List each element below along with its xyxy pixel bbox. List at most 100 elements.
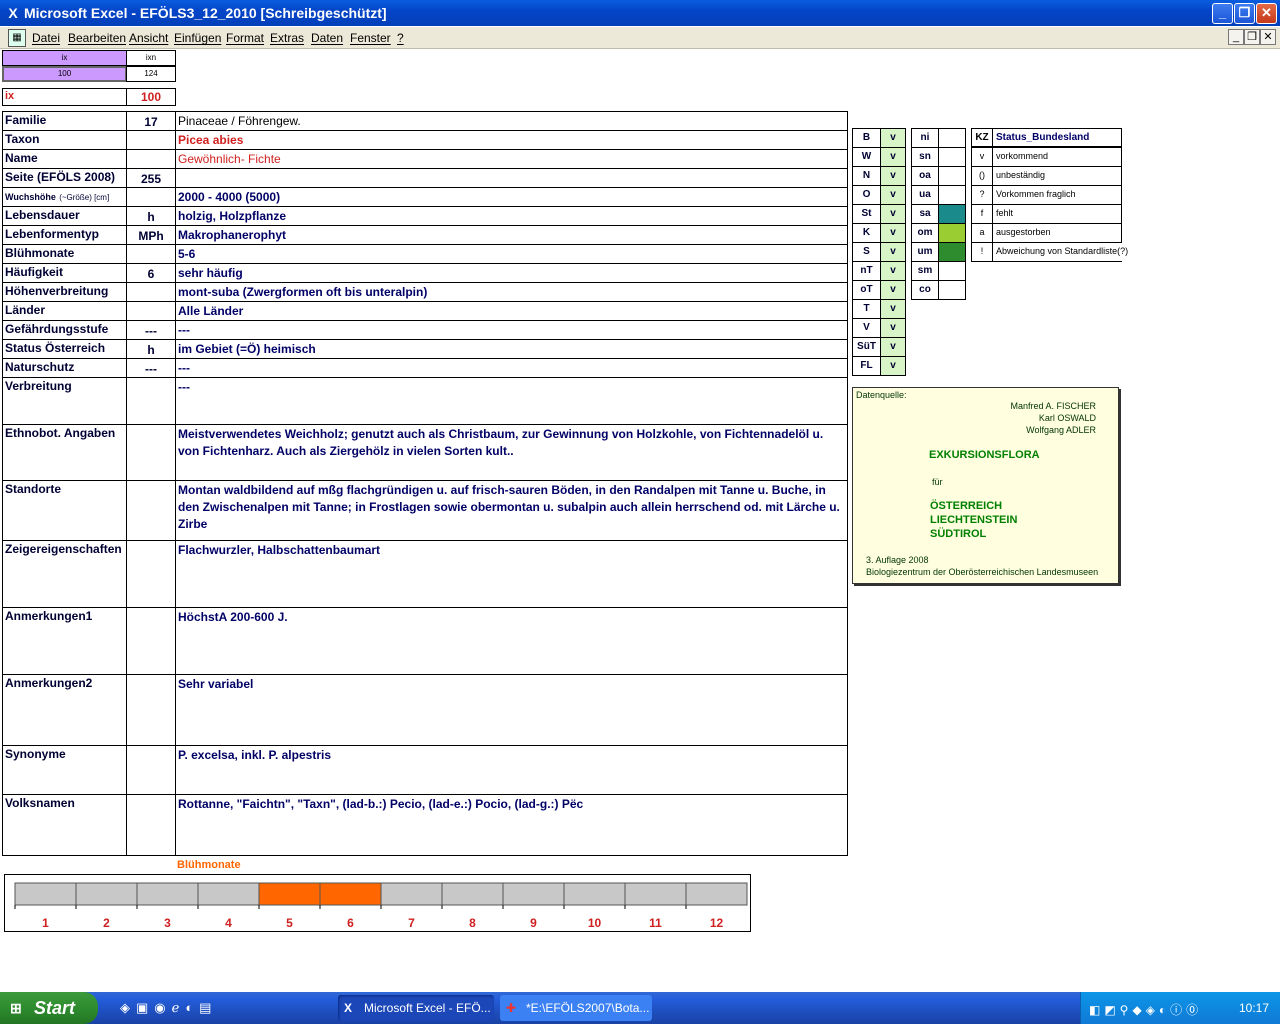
region-code[interactable]: K xyxy=(852,223,881,243)
row-label[interactable]: Ethnobot. Angaben xyxy=(2,424,127,481)
row-code[interactable]: 6 xyxy=(126,263,176,283)
ix-label-cell[interactable]: ix xyxy=(2,88,127,106)
menu-help[interactable]: ? xyxy=(397,31,404,45)
menu-daten[interactable]: Daten xyxy=(311,31,343,45)
menu-format[interactable]: Format xyxy=(226,31,264,45)
row-label[interactable]: Seite (EFÖLS 2008) xyxy=(2,168,127,188)
row-code[interactable]: --- xyxy=(126,358,176,378)
status-kz[interactable]: a xyxy=(971,223,993,243)
row-code[interactable]: h xyxy=(126,339,176,359)
row-label[interactable]: Höhenverbreitung xyxy=(2,282,127,302)
row-label[interactable]: Lebensdauer xyxy=(2,206,127,226)
row-code[interactable] xyxy=(126,745,176,795)
region-status[interactable]: v xyxy=(880,223,906,243)
row-label[interactable]: Blühmonate xyxy=(2,244,127,264)
task-excel[interactable]: X Microsoft Excel - EFÖ... xyxy=(338,995,494,1021)
row-value[interactable]: 2000 - 4000 (5000) xyxy=(175,187,848,207)
quicklaunch-icons[interactable]: ◈▣◉ℯ◐▤ xyxy=(120,1000,217,1016)
row-value[interactable]: Montan waldbildend auf mßg flachgründige… xyxy=(175,480,848,541)
menu-bearbeiten[interactable]: Bearbeiten xyxy=(68,31,126,45)
status-text[interactable]: fehlt xyxy=(992,204,1122,224)
row-code[interactable] xyxy=(126,480,176,541)
row-value[interactable]: --- xyxy=(175,358,848,378)
row-label[interactable]: Volksnamen xyxy=(2,794,127,856)
row-label[interactable]: Synonyme xyxy=(2,745,127,795)
zone-color[interactable] xyxy=(938,166,966,186)
zone-code[interactable]: sa xyxy=(911,204,939,224)
workbook-icon[interactable]: ▦ xyxy=(8,29,26,47)
row-code[interactable] xyxy=(126,187,176,207)
region-status[interactable]: v xyxy=(880,242,906,262)
close-button[interactable]: ✕ xyxy=(1256,3,1277,24)
zone-color[interactable] xyxy=(938,261,966,281)
row-value[interactable]: holzig, Holzpflanze xyxy=(175,206,848,226)
zone-color[interactable] xyxy=(938,185,966,205)
row-value[interactable]: mont-suba (Zwergformen oft bis unteralpi… xyxy=(175,282,848,302)
region-status[interactable]: v xyxy=(880,185,906,205)
region-status[interactable]: v xyxy=(880,204,906,224)
task-explorer[interactable]: ✚ *E:\EFÖLS2007\Bota... xyxy=(500,995,652,1021)
zone-code[interactable]: oa xyxy=(911,166,939,186)
row-label[interactable]: Standorte xyxy=(2,480,127,541)
row-value[interactable]: --- xyxy=(175,377,848,425)
status-kz[interactable]: () xyxy=(971,166,993,186)
row-code[interactable]: h xyxy=(126,206,176,226)
row-value[interactable]: 5-6 xyxy=(175,244,848,264)
row-code[interactable]: 255 xyxy=(126,168,176,188)
row-label[interactable]: Status Österreich xyxy=(2,339,127,359)
row-value[interactable]: Gewöhnlich- Fichte xyxy=(175,149,848,169)
region-status[interactable]: v xyxy=(880,337,906,357)
row-label[interactable]: Lebenformentyp xyxy=(2,225,127,245)
minimize-button[interactable]: _ xyxy=(1212,3,1233,24)
region-code[interactable]: nT xyxy=(852,261,881,281)
row-label[interactable]: Taxon xyxy=(2,130,127,150)
zone-color[interactable] xyxy=(938,204,966,224)
row-label[interactable]: Familie xyxy=(2,111,127,131)
region-status[interactable]: v xyxy=(880,280,906,300)
ixn-header-cell[interactable]: ixn xyxy=(126,50,176,66)
status-text[interactable]: Vorkommen fraglich xyxy=(992,185,1122,205)
row-value[interactable]: Picea abies xyxy=(175,130,848,150)
region-status[interactable]: v xyxy=(880,299,906,319)
zone-color[interactable] xyxy=(938,147,966,167)
ixn-value-cell[interactable]: 124 xyxy=(126,66,176,82)
region-status[interactable]: v xyxy=(880,166,906,186)
tray-icons[interactable]: ◧◩⚲◆◈◐ⓘ⓪ xyxy=(1089,1001,1202,1018)
region-status[interactable]: v xyxy=(880,261,906,281)
region-status[interactable]: v xyxy=(880,147,906,167)
zone-code[interactable]: sm xyxy=(911,261,939,281)
row-value[interactable]: im Gebiet (=Ö) heimisch xyxy=(175,339,848,359)
row-code[interactable] xyxy=(126,794,176,856)
zone-code[interactable]: ua xyxy=(911,185,939,205)
region-code[interactable]: N xyxy=(852,166,881,186)
zone-code[interactable]: co xyxy=(911,280,939,300)
worksheet[interactable]: ix ixn 100 124 ix 100 Familie 17 Pinaceae … xyxy=(0,49,1280,992)
region-code[interactable]: B xyxy=(852,128,881,148)
restore-button[interactable]: ❐ xyxy=(1234,3,1255,24)
zone-code[interactable]: sn xyxy=(911,147,939,167)
zone-code[interactable]: ni xyxy=(911,128,939,148)
region-code[interactable]: W xyxy=(852,147,881,167)
row-label[interactable]: Naturschutz xyxy=(2,358,127,378)
row-code[interactable] xyxy=(126,540,176,608)
region-status[interactable]: v xyxy=(880,356,906,376)
region-code[interactable]: SüT xyxy=(852,337,881,357)
doc-close-button[interactable]: ✕ xyxy=(1260,29,1276,45)
row-code[interactable] xyxy=(126,424,176,481)
status-text[interactable]: Abweichung von Standardliste(?) xyxy=(992,242,1128,262)
menu-datei[interactable]: Datei xyxy=(32,31,60,45)
row-label[interactable]: Gefährdungsstufe xyxy=(2,320,127,340)
status-kz[interactable]: f xyxy=(971,204,993,224)
status-text[interactable]: vorkommend xyxy=(992,147,1122,167)
zone-color[interactable] xyxy=(938,242,966,262)
ix-header-cell[interactable]: ix xyxy=(2,50,127,66)
region-code[interactable]: St xyxy=(852,204,881,224)
row-label[interactable]: Länder xyxy=(2,301,127,321)
doc-minimize-button[interactable]: _ xyxy=(1228,29,1244,45)
row-code[interactable] xyxy=(126,607,176,675)
region-status[interactable]: v xyxy=(880,128,906,148)
row-code[interactable] xyxy=(126,149,176,169)
menu-ansicht[interactable]: Ansicht xyxy=(129,31,168,45)
row-value[interactable]: sehr häufig xyxy=(175,263,848,283)
row-label[interactable]: Anmerkungen2 xyxy=(2,674,127,746)
